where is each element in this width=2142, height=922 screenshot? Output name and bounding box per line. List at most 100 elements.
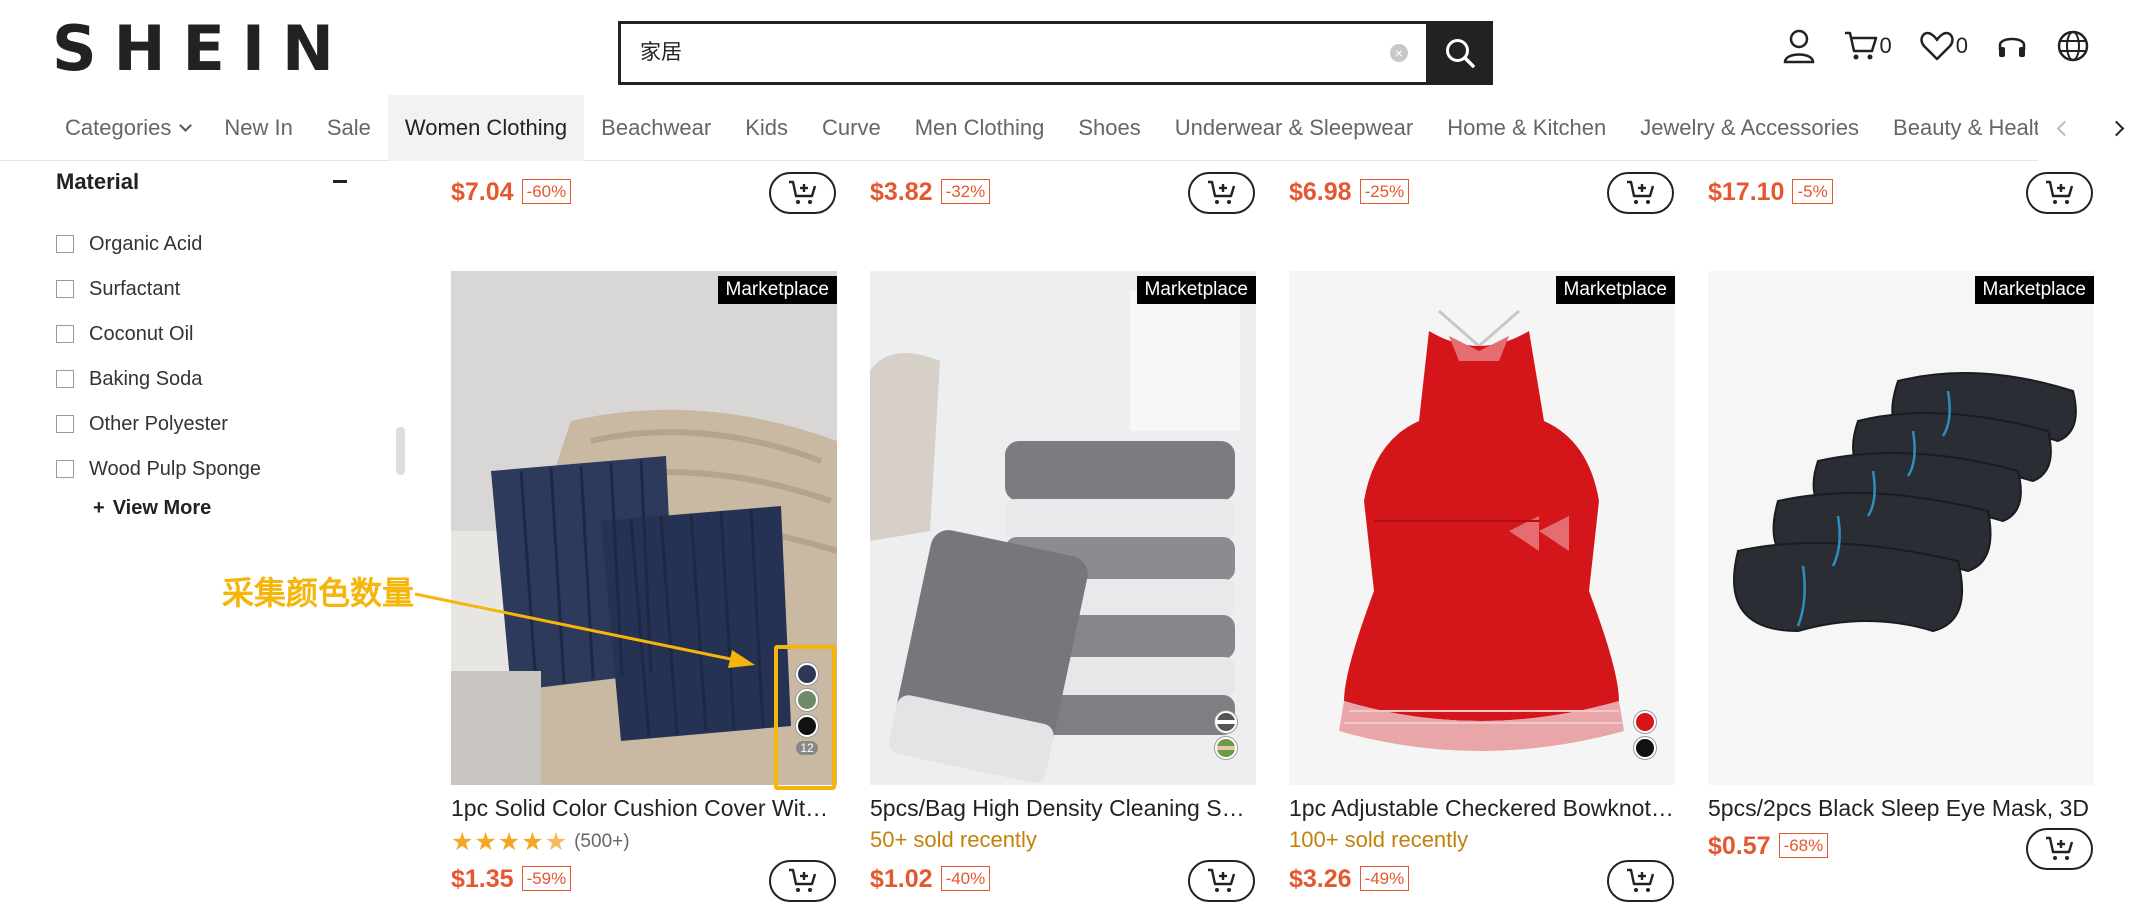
- nav-item-jewelry-accessories[interactable]: Jewelry & Accessories: [1623, 95, 1876, 161]
- filter-title-material[interactable]: Material: [56, 169, 139, 195]
- search-icon: [1445, 39, 1475, 68]
- color-swatch-red[interactable]: [1634, 711, 1656, 733]
- price: $3.26: [1289, 865, 1352, 893]
- header-actions: 0 0: [1782, 28, 2091, 64]
- add-to-cart-button[interactable]: [1607, 860, 1674, 902]
- add-to-cart-icon: [2045, 180, 2073, 204]
- support-button[interactable]: [1996, 30, 2028, 62]
- filter-option[interactable]: Surfactant: [56, 274, 180, 304]
- add-to-cart-icon: [1626, 868, 1654, 892]
- color-swatches: [1215, 711, 1237, 759]
- filter-option[interactable]: Wood Pulp Sponge: [56, 454, 261, 484]
- nav-item-home-kitchen[interactable]: Home & Kitchen: [1430, 95, 1623, 161]
- collapse-icon[interactable]: [333, 180, 347, 183]
- checkbox[interactable]: [56, 415, 74, 433]
- add-to-cart-button[interactable]: [769, 172, 836, 214]
- checkbox[interactable]: [56, 280, 74, 298]
- product-title[interactable]: 1pc Solid Color Cushion Cover With Zippe…: [451, 795, 837, 822]
- nav-item-curve[interactable]: Curve: [805, 95, 898, 161]
- checkbox[interactable]: [56, 370, 74, 388]
- add-to-cart-icon: [1626, 180, 1654, 204]
- add-to-cart-button[interactable]: [769, 860, 836, 902]
- nav-item-men-clothing[interactable]: Men Clothing: [898, 95, 1062, 161]
- nav-item-categories[interactable]: Categories: [48, 95, 207, 161]
- filter-sidebar: Material Organic Acid Surfactant Coconut…: [0, 161, 420, 922]
- discount-badge: -59%: [521, 866, 572, 891]
- sold-recently: 50+ sold recently: [870, 827, 1037, 852]
- half-star-icon: ★: [544, 828, 568, 856]
- nav-item-kids[interactable]: Kids: [728, 95, 805, 161]
- add-to-cart-button[interactable]: [2026, 828, 2093, 870]
- product-title[interactable]: 5pcs/2pcs Black Sleep Eye Mask, 3D: [1708, 795, 2094, 822]
- color-swatch-black[interactable]: [1634, 737, 1656, 759]
- filter-option-label: Wood Pulp Sponge: [89, 457, 261, 480]
- price: $0.57: [1708, 832, 1771, 860]
- product-image-sponge[interactable]: Marketplace: [870, 271, 1256, 785]
- discount-badge: -5%: [1792, 179, 1833, 204]
- checkbox[interactable]: [56, 325, 74, 343]
- discount-badge: -25%: [1359, 179, 1410, 204]
- filter-option-label: Surfactant: [89, 277, 181, 300]
- cart-icon: [1844, 31, 1877, 60]
- view-more-label: View More: [112, 497, 212, 519]
- eye-mask-illustration: [1708, 271, 2094, 785]
- marketplace-badge: Marketplace: [1974, 276, 2094, 304]
- product-title[interactable]: 1pc Adjustable Checkered Bowknot Apron: [1289, 795, 1675, 822]
- color-swatch-gray[interactable]: [1215, 711, 1237, 733]
- discount-badge: -49%: [1359, 866, 1410, 891]
- nav-items: Categories New In Sale Women Clothing Beachw…: [48, 95, 2038, 161]
- nav-next-arrow-icon[interactable]: [2108, 120, 2124, 136]
- clear-search-icon[interactable]: ×: [1390, 44, 1408, 62]
- color-swatch-green[interactable]: [1215, 737, 1237, 759]
- account-button[interactable]: [1782, 28, 1816, 64]
- nav-item-beachwear[interactable]: Beachwear: [584, 95, 728, 161]
- price: $3.82: [870, 178, 933, 206]
- shein-logo[interactable]: SHEIN: [52, 14, 351, 84]
- filter-option[interactable]: Organic Acid: [56, 229, 202, 259]
- nav-item-beauty-health[interactable]: Beauty & Health: [1876, 95, 2038, 161]
- nav-item-sale[interactable]: Sale: [310, 95, 388, 161]
- product-title[interactable]: 5pcs/Bag High Density Cleaning Sponge: [870, 795, 1256, 822]
- checkbox[interactable]: [56, 235, 74, 253]
- add-to-cart-button[interactable]: [1607, 172, 1674, 214]
- filter-option[interactable]: Coconut Oil: [56, 319, 194, 349]
- wishlist-button[interactable]: 0: [1920, 31, 1968, 61]
- user-icon: [1783, 29, 1814, 64]
- product-image-eye-mask[interactable]: Marketplace: [1708, 271, 2094, 785]
- nav-prev-arrow-icon[interactable]: [2056, 120, 2072, 136]
- filter-option[interactable]: Baking Soda: [56, 364, 202, 394]
- star-icon: ★: [497, 828, 521, 856]
- price: $1.35: [451, 865, 514, 893]
- marketplace-badge: Marketplace: [717, 276, 837, 304]
- filter-option[interactable]: Other Polyester: [56, 409, 228, 439]
- add-to-cart-button[interactable]: [1188, 860, 1255, 902]
- discount-badge: -60%: [521, 179, 572, 204]
- price: $1.02: [870, 865, 933, 893]
- site-header: SHEIN 家居 × 0 0: [0, 0, 2142, 100]
- nav-item-shoes[interactable]: Shoes: [1061, 95, 1157, 161]
- nav-item-new-in[interactable]: New In: [207, 95, 309, 161]
- add-to-cart-button[interactable]: [2026, 172, 2093, 214]
- sidebar-scrollbar[interactable]: [396, 427, 405, 475]
- plus-icon: +: [93, 497, 105, 519]
- marketplace-badge: Marketplace: [1555, 276, 1675, 304]
- chevron-down-icon: [179, 119, 193, 132]
- add-to-cart-button[interactable]: [1188, 172, 1255, 214]
- headset-icon: [1998, 37, 2026, 57]
- price: $7.04: [451, 178, 514, 206]
- search-button[interactable]: [1426, 21, 1493, 85]
- nav-label: Categories: [65, 115, 172, 140]
- filter-option-label: Organic Acid: [89, 232, 203, 255]
- price: $6.98: [1289, 178, 1352, 206]
- nav-item-underwear-sleepwear[interactable]: Underwear & Sleepwear: [1158, 95, 1430, 161]
- search-input[interactable]: 家居: [621, 24, 1390, 82]
- product-image-apron[interactable]: Marketplace: [1289, 271, 1675, 785]
- discount-badge: -32%: [940, 179, 991, 204]
- nav-item-women-clothing[interactable]: Women Clothing: [387, 95, 585, 161]
- view-more-link[interactable]: + View More: [93, 497, 211, 520]
- annotation-arrow-icon: [414, 592, 755, 668]
- cart-button[interactable]: 0: [1844, 30, 1892, 62]
- checkbox[interactable]: [56, 460, 74, 478]
- language-button[interactable]: [2056, 29, 2090, 63]
- filter-option-label: Baking Soda: [89, 367, 203, 390]
